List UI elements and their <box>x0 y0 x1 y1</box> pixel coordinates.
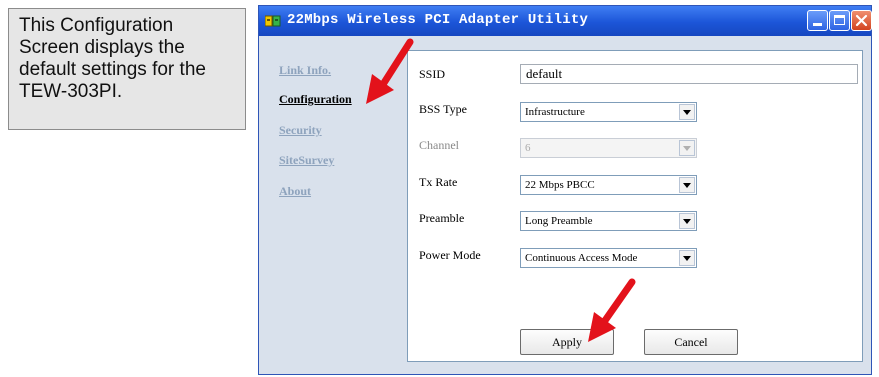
callout-text: This Configuration Screen displays the d… <box>19 15 206 102</box>
channel-value: 6 <box>525 142 531 154</box>
annotation-arrow-icon <box>588 278 636 342</box>
utility-window: 22Mbps Wireless PCI Adapter Utility Link… <box>258 5 872 375</box>
sidebar-item-sitesurvey[interactable]: SiteSurvey <box>279 153 334 168</box>
sidebar-item-link-info[interactable]: Link Info. <box>279 63 331 78</box>
window-title: 22Mbps Wireless PCI Adapter Utility <box>287 12 589 28</box>
preamble-label: Preamble <box>419 211 465 225</box>
sidebar-item-about[interactable]: About <box>279 184 311 199</box>
sidebar-item-security[interactable]: Security <box>279 123 322 138</box>
dropdown-arrow-button[interactable] <box>679 177 695 193</box>
dropdown-arrow-button[interactable] <box>679 213 695 229</box>
chevron-down-icon <box>683 146 691 151</box>
maximize-icon <box>834 15 845 25</box>
bss-type-value: Infrastructure <box>525 106 585 118</box>
dropdown-arrow-button[interactable] <box>679 104 695 120</box>
sidebar-item-configuration[interactable]: Configuration <box>279 92 352 107</box>
chevron-down-icon <box>683 110 691 115</box>
title-bar[interactable]: 22Mbps Wireless PCI Adapter Utility <box>259 6 872 36</box>
preamble-select[interactable]: Long Preamble <box>520 211 697 231</box>
maximize-button[interactable] <box>829 10 850 31</box>
dropdown-arrow-button[interactable] <box>679 250 695 266</box>
close-icon <box>855 14 868 27</box>
cancel-button[interactable]: Cancel <box>644 329 738 355</box>
adapter-app-icon <box>264 14 281 28</box>
power-mode-value: Continuous Access Mode <box>525 252 638 264</box>
chevron-down-icon <box>683 219 691 224</box>
chevron-down-icon <box>683 183 691 188</box>
instruction-callout: This Configuration Screen displays the d… <box>8 8 246 130</box>
dropdown-arrow-button <box>679 140 695 156</box>
ssid-input[interactable] <box>520 64 858 84</box>
minimize-icon <box>813 23 822 26</box>
tx-rate-label: Tx Rate <box>419 175 458 189</box>
power-mode-select[interactable]: Continuous Access Mode <box>520 248 697 268</box>
tx-rate-select[interactable]: 22 Mbps PBCC <box>520 175 697 195</box>
bss-type-label: BSS Type <box>419 102 467 116</box>
minimize-button[interactable] <box>807 10 828 31</box>
preamble-value: Long Preamble <box>525 215 593 227</box>
tx-rate-value: 22 Mbps PBCC <box>525 179 595 191</box>
ssid-label: SSID <box>419 67 446 81</box>
bss-type-select[interactable]: Infrastructure <box>520 102 697 122</box>
close-button[interactable] <box>851 10 872 31</box>
annotation-arrow-icon <box>366 38 414 104</box>
chevron-down-icon <box>683 256 691 261</box>
channel-select: 6 <box>520 138 697 158</box>
power-mode-label: Power Mode <box>419 248 481 262</box>
channel-label: Channel <box>419 138 459 152</box>
